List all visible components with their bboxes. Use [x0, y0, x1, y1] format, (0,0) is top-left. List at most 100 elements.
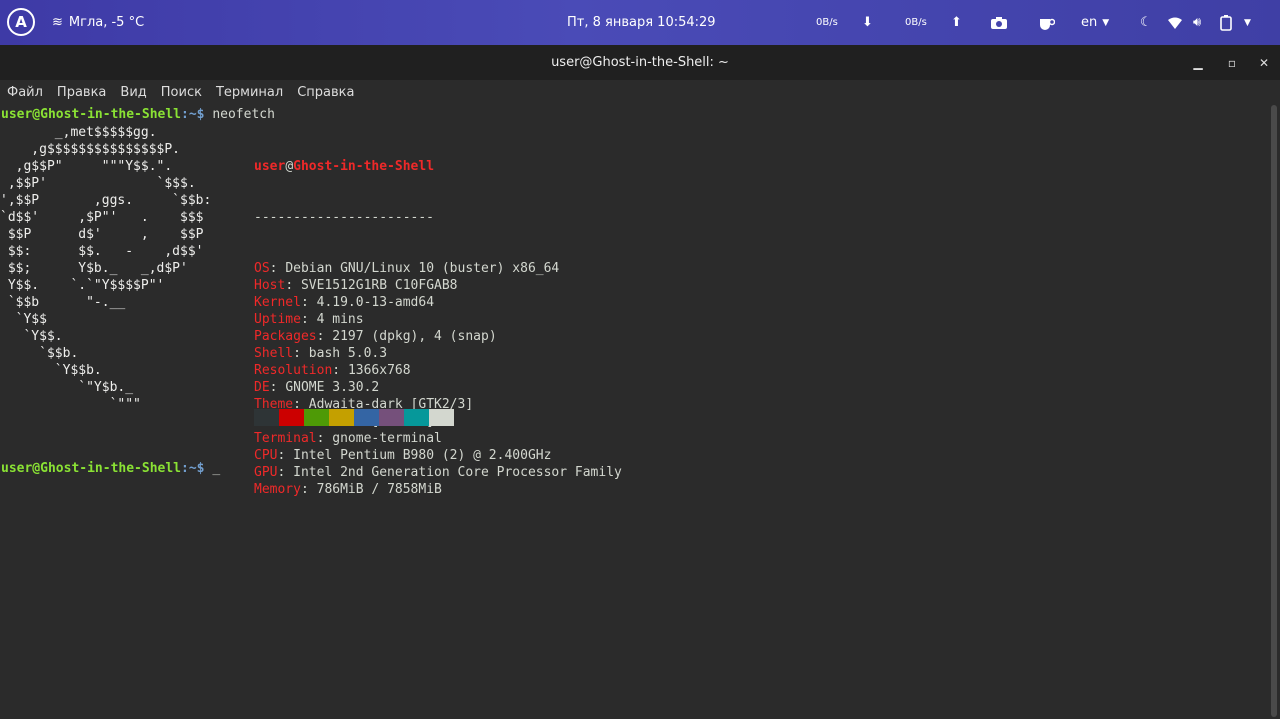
palette-swatch	[254, 409, 279, 426]
info-separator: -----------------------	[254, 210, 435, 225]
info-value: bash 5.0.3	[308, 346, 388, 361]
info-value: GNOME 3.30.2	[285, 380, 380, 395]
info-value: 4 mins	[316, 312, 364, 327]
info-key: Terminal	[254, 431, 317, 446]
cursor: _	[212, 461, 221, 476]
info-value: 2197 (dpkg), 4 (snap)	[332, 329, 497, 344]
info-key: Resolution	[254, 363, 333, 378]
info-key: Kernel	[254, 295, 301, 310]
palette-swatch	[379, 409, 404, 426]
info-key: GPU	[254, 465, 278, 480]
download-arrow-icon: ⬇	[862, 15, 873, 30]
ascii-line: _,met$$$$$gg.	[0, 125, 157, 140]
info-key: Packages	[254, 329, 317, 344]
info-row: Memory: 786MiB / 7858MiB	[254, 482, 442, 497]
prompt-line-1: user@Ghost-in-the-Shell:~$ neofetch	[1, 106, 275, 123]
menu-file[interactable]: Файл	[0, 85, 50, 100]
ascii-logo: _,met$$$$$gg. ,g$$$$$$$$$$$$$$$P. ,g$$P"…	[0, 124, 211, 413]
volume-icon[interactable]: 🔊︎	[1193, 0, 1201, 45]
info-row: Resolution: 1366x768	[254, 363, 411, 378]
info-key: DE	[254, 380, 270, 395]
info-key: Shell	[254, 346, 294, 361]
ascii-line: `Y$$b.	[0, 363, 102, 378]
ascii-line: ,$$P' `$$$.	[0, 176, 196, 191]
ascii-line: `$$b "-.__	[0, 295, 126, 310]
info-row: Terminal: gnome-terminal	[254, 431, 442, 446]
prompt-user: user@Ghost-in-the-Shell	[1, 107, 182, 122]
info-key: Host	[254, 278, 286, 293]
weather-text: Мгла, -5 °C	[68, 15, 145, 30]
info-value: Debian GNU/Linux 10 (buster) x86_64	[285, 261, 560, 276]
palette-swatch	[279, 409, 304, 426]
palette-swatch	[404, 409, 429, 426]
ascii-line: $$: $$. - ,d$$'	[0, 244, 204, 259]
palette-swatch	[304, 409, 329, 426]
ascii-line: `"""	[0, 397, 141, 412]
battery-icon[interactable]	[1220, 0, 1232, 45]
info-row: Host: SVE1512G1RB C10FGAB8	[254, 278, 458, 293]
info-row: Shell: bash 5.0.3	[254, 346, 388, 361]
ascii-line: `Y$$	[0, 312, 47, 327]
weather-indicator[interactable]: ≋ Мгла, -5 °C	[52, 0, 144, 45]
system-info: user@Ghost-in-the-Shell ----------------…	[254, 124, 622, 515]
clock[interactable]: Пт, 8 января 10:54:29	[567, 0, 716, 45]
menu-search[interactable]: Поиск	[154, 85, 209, 100]
info-row: CPU: Intel Pentium B980 (2) @ 2.400GHz	[254, 448, 552, 463]
info-row: OS: Debian GNU/Linux 10 (buster) x86_64	[254, 261, 560, 276]
net-up-speed: 0B/s	[905, 17, 927, 28]
night-light-icon[interactable]: ☾	[1140, 0, 1152, 45]
info-row: Kernel: 4.19.0-13-amd64	[254, 295, 435, 310]
maximize-button[interactable]: ▫	[1220, 45, 1244, 80]
ascii-line: $$; Y$b._ _,d$P'	[0, 261, 188, 276]
minimize-button[interactable]: ▁	[1186, 45, 1210, 80]
info-key: Memory	[254, 482, 301, 497]
window-title: user@Ghost-in-the-Shell: ~	[551, 55, 729, 70]
ascii-line: $$P d$' , $$P	[0, 227, 204, 242]
info-row: GPU: Intel 2nd Generation Core Processor…	[254, 465, 622, 480]
keyboard-layout-selector[interactable]: en ▼	[1081, 0, 1109, 45]
info-row: Uptime: 4 mins	[254, 312, 364, 327]
distro-logo-icon: A	[15, 13, 27, 31]
info-value: Intel 2nd Generation Core Processor Fami…	[293, 465, 622, 480]
command-text: neofetch	[204, 107, 275, 122]
window-titlebar[interactable]: user@Ghost-in-the-Shell: ~ ▁ ▫ ✕	[0, 45, 1280, 80]
coffee-cup-icon[interactable]	[1037, 0, 1055, 45]
system-menu-chevron-icon[interactable]: ▼	[1244, 0, 1251, 45]
info-key: CPU	[254, 448, 278, 463]
ascii-line: ',$$P ,ggs. `$$b:	[0, 193, 212, 208]
info-value: 1366x768	[347, 363, 411, 378]
menu-help[interactable]: Справка	[290, 85, 361, 100]
info-row: Packages: 2197 (dpkg), 4 (snap)	[254, 329, 497, 344]
scrollbar[interactable]	[1271, 105, 1277, 717]
prompt-path: :~$	[181, 107, 205, 122]
wifi-icon[interactable]	[1168, 0, 1182, 45]
chevron-down-icon: ▼	[1102, 17, 1110, 28]
palette-swatch	[354, 409, 379, 426]
info-value: gnome-terminal	[332, 431, 442, 446]
menu-edit[interactable]: Правка	[50, 85, 113, 100]
fog-icon: ≋	[52, 15, 63, 30]
info-header: user@Ghost-in-the-Shell	[254, 159, 435, 174]
top-panel: A ≋ Мгла, -5 °C Пт, 8 января 10:54:29 0B…	[0, 0, 1280, 45]
camera-icon[interactable]	[990, 0, 1008, 45]
info-row: DE: GNOME 3.30.2	[254, 380, 380, 395]
ascii-line: `d$$' ,$P"' . $$$	[0, 210, 204, 225]
info-value: Intel Pentium B980 (2) @ 2.400GHz	[293, 448, 552, 463]
info-key: OS	[254, 261, 270, 276]
menu-terminal[interactable]: Терминал	[209, 85, 290, 100]
close-button[interactable]: ✕	[1252, 45, 1276, 80]
menu-view[interactable]: Вид	[113, 85, 153, 100]
ascii-line: ,g$$$$$$$$$$$$$$$P.	[0, 142, 181, 157]
palette-swatch	[429, 409, 454, 426]
ascii-line: `Y$$.	[0, 329, 63, 344]
ascii-line: Y$$. `.`"Y$$$$P"'	[0, 278, 165, 293]
activities-button[interactable]: A	[7, 8, 35, 36]
ascii-line: ,g$$P" """Y$$.".	[0, 159, 173, 174]
net-down-speed: 0B/s	[816, 17, 838, 28]
info-value: 4.19.0-13-amd64	[316, 295, 435, 310]
palette-swatch	[329, 409, 354, 426]
menubar: Файл Правка Вид Поиск Терминал Справка	[0, 80, 1280, 105]
upload-arrow-icon: ⬆	[951, 15, 962, 30]
ascii-line: `$$b.	[0, 346, 79, 361]
info-value: SVE1512G1RB C10FGAB8	[300, 278, 458, 293]
